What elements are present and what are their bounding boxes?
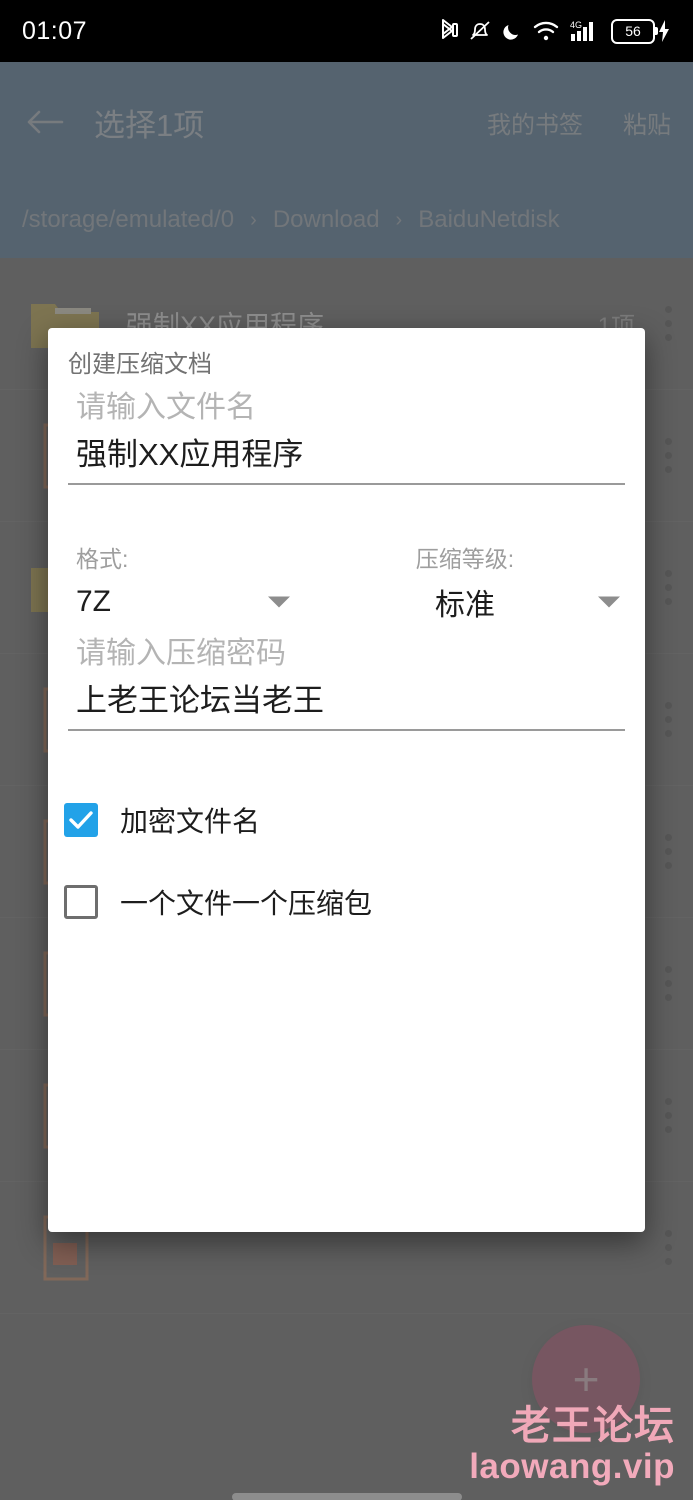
dialog-title: 创建压缩文档 bbox=[68, 351, 212, 378]
bluetooth-icon bbox=[438, 18, 458, 44]
password-input[interactable]: 上老王论坛当老王 bbox=[68, 672, 625, 729]
overflow-menu-icon[interactable] bbox=[661, 306, 675, 341]
filename-input[interactable]: 强制XX应用程序 bbox=[68, 426, 625, 483]
battery-icon: 56 bbox=[611, 18, 671, 44]
gesture-nav-pill bbox=[232, 1493, 462, 1500]
chevron-down-icon[interactable] bbox=[598, 596, 620, 608]
overflow-menu-icon[interactable] bbox=[661, 438, 675, 473]
chevron-right-icon: › bbox=[250, 208, 257, 231]
breadcrumb-item-baidunetdisk[interactable]: BaiduNetdisk bbox=[418, 206, 559, 234]
signal-4g-icon: 4G bbox=[570, 19, 600, 43]
archive-options-row: 格式: 7Z 压缩等级: 标准 bbox=[68, 540, 645, 626]
filename-field[interactable]: 请输入文件名 强制XX应用程序 bbox=[68, 390, 625, 485]
overflow-menu-icon[interactable] bbox=[661, 834, 675, 869]
password-field[interactable]: 请输入压缩密码 上老王论坛当老王 bbox=[68, 636, 625, 731]
page-title: 选择1项 bbox=[94, 107, 205, 143]
app-bar-top-row: 选择1项 我的书签 粘贴 bbox=[0, 62, 693, 182]
wifi-icon bbox=[533, 20, 559, 42]
format-label: 格式: bbox=[76, 546, 129, 572]
bookmarks-button[interactable]: 我的书签 bbox=[487, 105, 583, 140]
paste-button[interactable]: 粘贴 bbox=[623, 105, 671, 140]
format-value: 7Z bbox=[76, 585, 112, 618]
breadcrumb-item-root[interactable]: /storage/emulated/0 bbox=[22, 206, 234, 234]
watermark: 老王论坛 laowang.vip bbox=[469, 1404, 675, 1487]
battery-level: 56 bbox=[625, 23, 641, 39]
plus-icon: + bbox=[572, 1353, 600, 1405]
status-bar: 01:07 4G 56 bbox=[0, 0, 693, 62]
chevron-right-icon: › bbox=[395, 208, 403, 231]
status-clock: 01:07 bbox=[22, 16, 88, 45]
overflow-menu-icon[interactable] bbox=[661, 570, 675, 605]
phone-screen: 01:07 4G 56 选择1项 我的书签 粘贴 /storage/emulat… bbox=[0, 0, 693, 1500]
chevron-down-icon[interactable] bbox=[268, 596, 290, 608]
encrypt-filenames-label: 加密文件名 bbox=[120, 806, 261, 837]
svg-text:4G: 4G bbox=[570, 20, 582, 30]
one-archive-per-file-label: 一个文件一个压缩包 bbox=[120, 888, 373, 919]
filename-underline bbox=[68, 482, 625, 485]
checkbox-unchecked-icon[interactable] bbox=[64, 885, 98, 919]
password-underline bbox=[68, 728, 625, 731]
compression-level-select[interactable]: 压缩等级: 标准 bbox=[300, 540, 630, 626]
checkbox-checked-icon[interactable] bbox=[64, 803, 98, 837]
charging-bolt-icon bbox=[659, 20, 669, 42]
back-icon[interactable] bbox=[22, 99, 68, 145]
encrypt-filenames-checkbox-row[interactable]: 加密文件名 bbox=[64, 800, 260, 840]
filename-hint: 请输入文件名 bbox=[76, 391, 256, 424]
watermark-cn: 老王论坛 bbox=[511, 1404, 675, 1448]
password-hint: 请输入压缩密码 bbox=[76, 637, 286, 670]
overflow-menu-icon[interactable] bbox=[661, 966, 675, 1001]
watermark-en: laowang.vip bbox=[469, 1447, 675, 1487]
mute-icon bbox=[469, 19, 491, 43]
dnd-moon-icon bbox=[502, 20, 522, 42]
overflow-menu-icon[interactable] bbox=[661, 1230, 675, 1265]
format-select[interactable]: 格式: 7Z bbox=[68, 540, 300, 626]
breadcrumb-item-download[interactable]: Download bbox=[273, 206, 380, 234]
create-archive-dialog: 创建压缩文档 请输入文件名 强制XX应用程序 格式: 7Z 压缩等级: 标准 请… bbox=[48, 328, 645, 1232]
overflow-menu-icon[interactable] bbox=[661, 702, 675, 737]
app-bar: 选择1项 我的书签 粘贴 /storage/emulated/0 › Downl… bbox=[0, 62, 693, 258]
status-icon-tray: 4G 56 bbox=[438, 18, 671, 44]
compression-level-value: 标准 bbox=[435, 589, 495, 622]
overflow-menu-icon[interactable] bbox=[661, 1098, 675, 1133]
compression-level-label: 压缩等级: bbox=[415, 546, 515, 572]
breadcrumb: /storage/emulated/0 › Download › BaiduNe… bbox=[22, 182, 682, 258]
one-archive-per-file-checkbox-row[interactable]: 一个文件一个压缩包 bbox=[64, 882, 372, 922]
